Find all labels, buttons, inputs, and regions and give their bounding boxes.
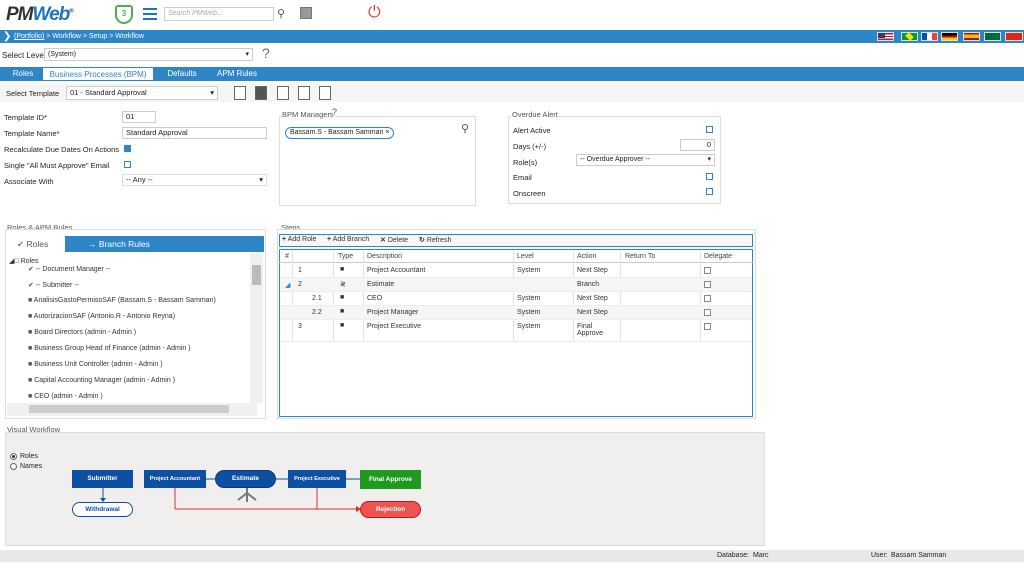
node-project-executive[interactable]: Project Executive <box>288 470 346 488</box>
node-project-accountant[interactable]: Project Accountant <box>144 470 206 488</box>
database-value: Marc <box>753 552 769 559</box>
workflow-connectors <box>100 478 361 512</box>
node-withdrawal[interactable]: Withdrawal <box>72 502 133 517</box>
database-label: Database: <box>717 552 749 559</box>
status-bar: Database: Marc User: Bassam Samman <box>0 550 1024 562</box>
user-value: Bassam Samman <box>891 552 947 559</box>
user-label: User: <box>871 552 888 559</box>
node-final-approve[interactable]: Final Approve <box>360 470 421 489</box>
node-estimate[interactable]: Estimate <box>215 470 276 488</box>
node-submitter[interactable]: Submitter <box>72 470 133 488</box>
node-rejection[interactable]: Rejection <box>360 501 421 518</box>
